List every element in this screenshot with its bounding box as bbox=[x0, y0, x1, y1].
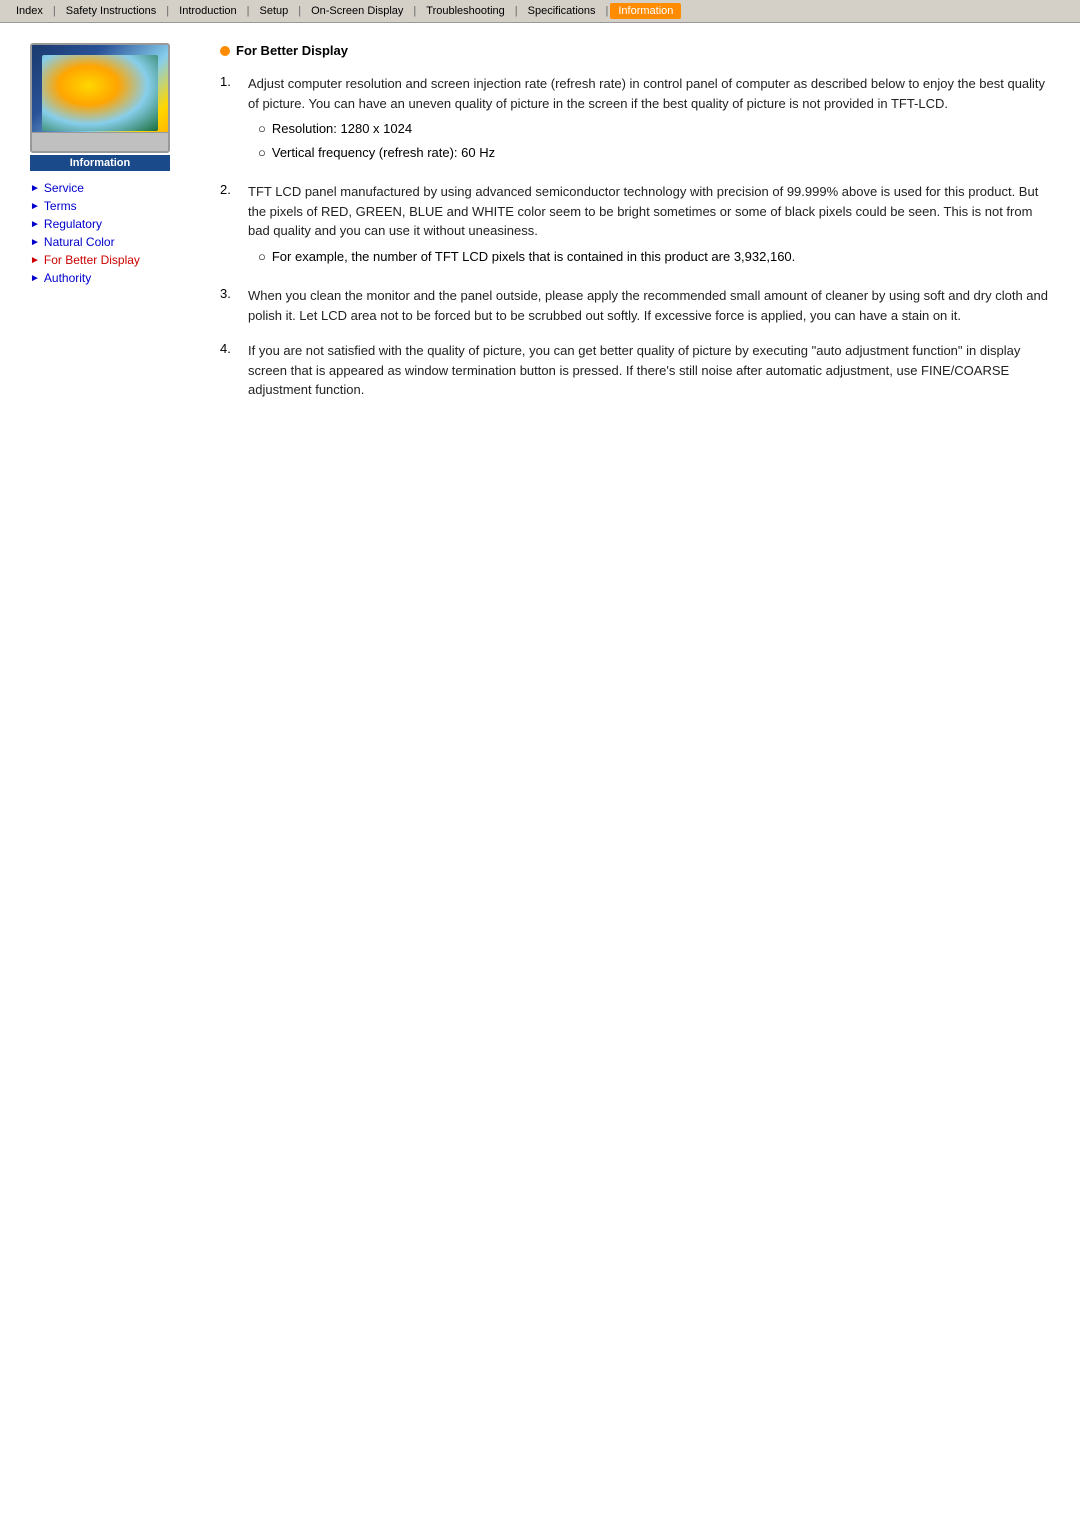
nav-sep-5: | bbox=[411, 5, 418, 17]
list-text-1: Adjust computer resolution and screen in… bbox=[248, 76, 1045, 111]
sidebar-item-service[interactable]: ► Service bbox=[30, 179, 190, 197]
sub-bullet-1-1: ○ bbox=[258, 119, 266, 139]
list-item-2-body: TFT LCD panel manufactured by using adva… bbox=[248, 182, 1050, 270]
list-number-1: 1. bbox=[220, 74, 240, 89]
monitor-image bbox=[30, 43, 170, 153]
list-text-3: When you clean the monitor and the panel… bbox=[248, 286, 1050, 325]
sidebar-item-terms[interactable]: ► Terms bbox=[30, 197, 190, 215]
nav-sep-4: | bbox=[296, 5, 303, 17]
arrow-icon-service: ► bbox=[30, 183, 40, 194]
sidebar-label-terms: Terms bbox=[44, 199, 77, 213]
list-text-4: If you are not satisfied with the qualit… bbox=[248, 341, 1050, 400]
sidebar-label-authority: Authority bbox=[44, 271, 91, 285]
arrow-icon-forbetterdisplay: ► bbox=[30, 255, 40, 266]
nav-troubleshoot[interactable]: Troubleshooting bbox=[418, 3, 512, 19]
sidebar-nav: ► Service ► Terms ► Regulatory ► Natural… bbox=[30, 179, 190, 287]
list-item-1-body: Adjust computer resolution and screen in… bbox=[248, 74, 1050, 166]
title-text: For Better Display bbox=[236, 43, 348, 58]
nav-sep-6: | bbox=[513, 5, 520, 17]
sub-list-1-item-1: ○ Resolution: 1280 x 1024 bbox=[258, 119, 1050, 139]
sidebar-label-naturalcolor: Natural Color bbox=[44, 235, 115, 249]
arrow-icon-naturalcolor: ► bbox=[30, 237, 40, 248]
nav-sep-1: | bbox=[51, 5, 58, 17]
nav-specs[interactable]: Specifications bbox=[520, 3, 604, 19]
list-item-2: 2. TFT LCD panel manufactured by using a… bbox=[220, 182, 1050, 270]
sub-bullet-2-1: ○ bbox=[258, 247, 266, 267]
nav-sep-2: | bbox=[164, 5, 171, 17]
nav-info[interactable]: Information bbox=[610, 3, 681, 19]
sub-list-1-item-2: ○ Vertical frequency (refresh rate): 60 … bbox=[258, 143, 1050, 163]
sub-list-2-item-1: ○ For example, the number of TFT LCD pix… bbox=[258, 247, 1050, 267]
nav-index[interactable]: Index bbox=[8, 3, 51, 19]
sidebar-item-forbetterdisplay[interactable]: ► For Better Display bbox=[30, 251, 190, 269]
list-item-4: 4. If you are not satisfied with the qua… bbox=[220, 341, 1050, 400]
sidebar-item-regulatory[interactable]: ► Regulatory bbox=[30, 215, 190, 233]
arrow-icon-terms: ► bbox=[30, 201, 40, 212]
nav-sep-7: | bbox=[604, 5, 611, 17]
content-area: For Better Display 1. Adjust computer re… bbox=[210, 43, 1050, 416]
list-text-2: TFT LCD panel manufactured by using adva… bbox=[248, 184, 1038, 238]
list-item-3: 3. When you clean the monitor and the pa… bbox=[220, 286, 1050, 325]
nav-bar: Index | Safety Instructions | Introducti… bbox=[0, 0, 1080, 23]
sidebar-item-authority[interactable]: ► Authority bbox=[30, 269, 190, 287]
sidebar-item-naturalcolor[interactable]: ► Natural Color bbox=[30, 233, 190, 251]
sub-text-2-1: For example, the number of TFT LCD pixel… bbox=[272, 247, 795, 267]
page-title: For Better Display bbox=[220, 43, 1050, 58]
nav-setup[interactable]: Setup bbox=[251, 3, 296, 19]
list-number-4: 4. bbox=[220, 341, 240, 356]
arrow-icon-authority: ► bbox=[30, 273, 40, 284]
title-bullet bbox=[220, 46, 230, 56]
sub-bullet-1-2: ○ bbox=[258, 143, 266, 163]
monitor-label: Information bbox=[30, 155, 170, 171]
sidebar: Information ► Service ► Terms ► Regulato… bbox=[30, 43, 190, 416]
nav-sep-3: | bbox=[245, 5, 252, 17]
sub-list-1: ○ Resolution: 1280 x 1024 ○ Vertical fre… bbox=[258, 119, 1050, 162]
main-container: Information ► Service ► Terms ► Regulato… bbox=[0, 23, 1080, 436]
content-list: 1. Adjust computer resolution and screen… bbox=[220, 74, 1050, 400]
sidebar-label-service: Service bbox=[44, 181, 84, 195]
sidebar-label-regulatory: Regulatory bbox=[44, 217, 102, 231]
arrow-icon-regulatory: ► bbox=[30, 219, 40, 230]
nav-safety[interactable]: Safety Instructions bbox=[58, 3, 165, 19]
list-number-2: 2. bbox=[220, 182, 240, 197]
list-item-1: 1. Adjust computer resolution and screen… bbox=[220, 74, 1050, 166]
nav-osd[interactable]: On-Screen Display bbox=[303, 3, 411, 19]
list-number-3: 3. bbox=[220, 286, 240, 301]
sidebar-label-forbetterdisplay: For Better Display bbox=[44, 253, 140, 267]
sub-text-1-2: Vertical frequency (refresh rate): 60 Hz bbox=[272, 143, 495, 163]
nav-intro[interactable]: Introduction bbox=[171, 3, 244, 19]
sub-text-1-1: Resolution: 1280 x 1024 bbox=[272, 119, 412, 139]
sub-list-2: ○ For example, the number of TFT LCD pix… bbox=[258, 247, 1050, 267]
